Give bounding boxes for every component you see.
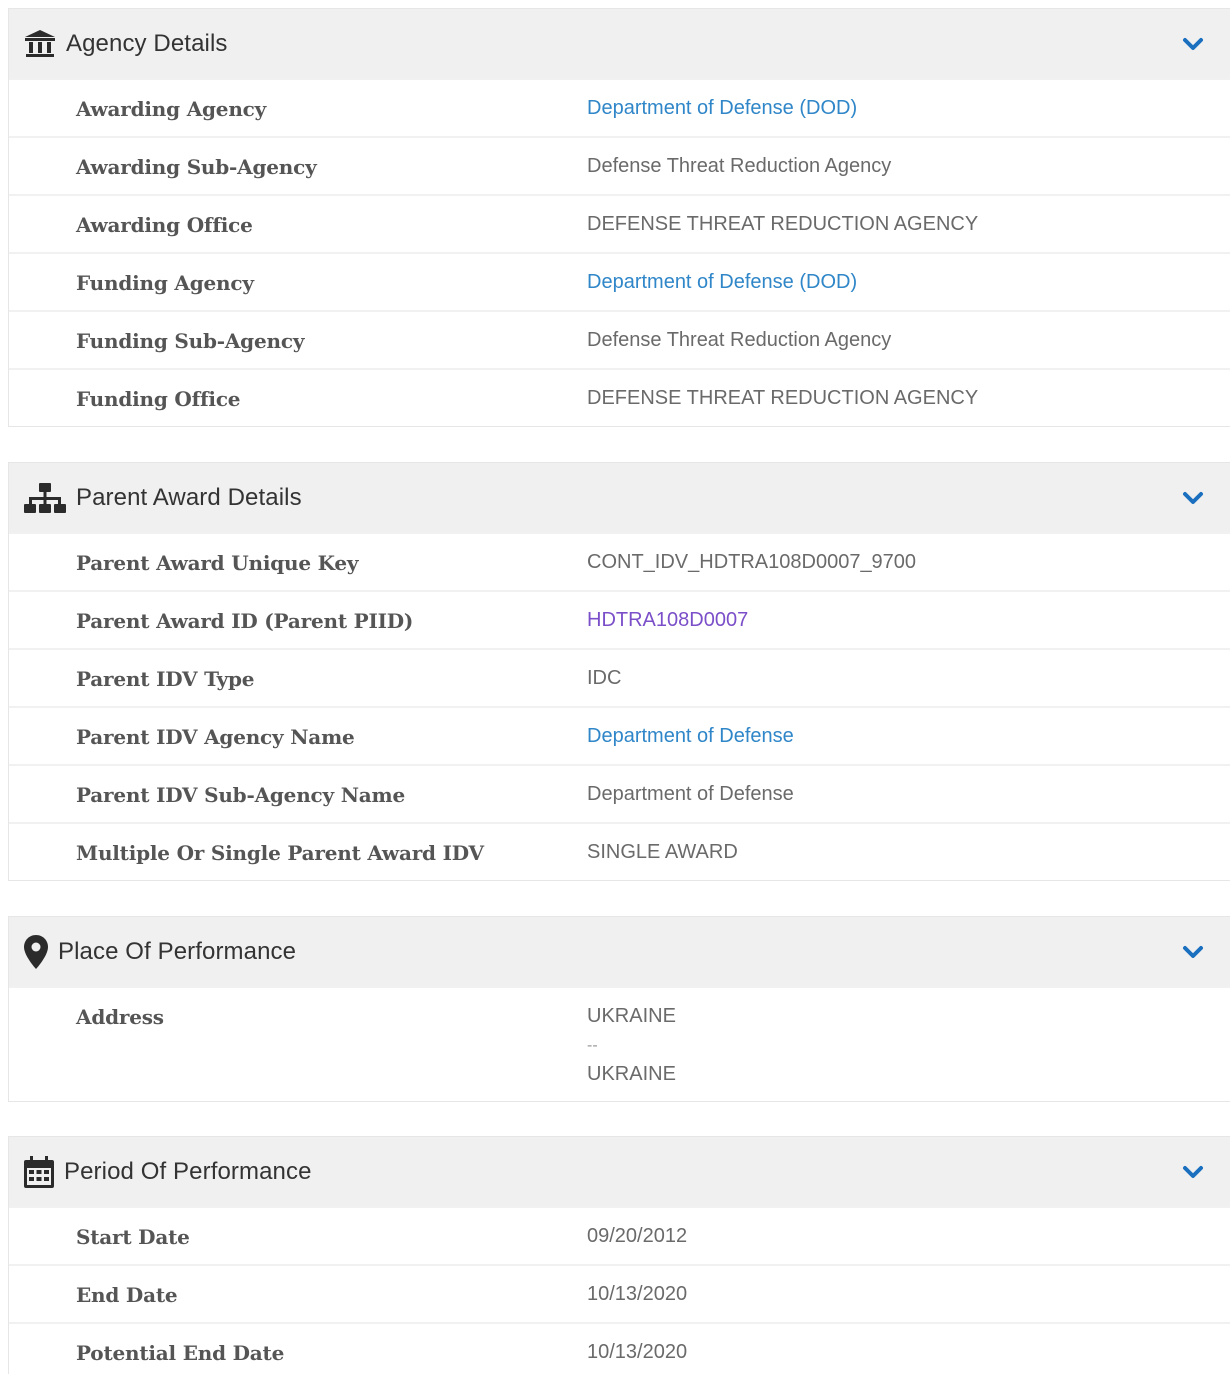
agency-details-header[interactable]: Agency Details	[9, 9, 1230, 78]
row-label: Parent IDV Sub-Agency Name	[76, 783, 406, 807]
row-label: Start Date	[76, 1225, 190, 1249]
chevron-down-icon[interactable]	[1182, 487, 1204, 509]
row-label: Funding Sub-Agency	[76, 329, 305, 353]
award-details-page: Agency Details Awarding Agency Departmen…	[0, 0, 1230, 1374]
detail-row: Potential End Date 10/13/2020	[9, 1322, 1230, 1374]
parent-award-details-section: Parent Award Details Parent Award Unique…	[8, 462, 1230, 881]
chevron-down-icon[interactable]	[1182, 941, 1204, 963]
address-line: --	[587, 1037, 598, 1054]
row-value: 09/20/2012	[587, 1225, 688, 1247]
row-value: DEFENSE THREAT REDUCTION AGENCY	[587, 387, 979, 409]
address-value: UKRAINE -- UKRAINE	[587, 988, 676, 1089]
row-label: Awarding Office	[76, 213, 253, 237]
detail-row: Start Date 09/20/2012	[9, 1206, 1230, 1264]
agency-details-section: Agency Details Awarding Agency Departmen…	[8, 8, 1230, 427]
row-value: IDC	[587, 667, 622, 689]
calendar-icon	[22, 1154, 56, 1190]
detail-row: Awarding Office DEFENSE THREAT REDUCTION…	[9, 194, 1230, 252]
detail-row: Parent Award Unique Key CONT_IDV_HDTRA10…	[9, 532, 1230, 590]
row-label: Multiple Or Single Parent Award IDV	[76, 841, 484, 865]
chevron-down-icon[interactable]	[1182, 33, 1204, 55]
sitemap-icon	[22, 480, 68, 516]
address-line: UKRAINE	[587, 1063, 676, 1085]
section-title: Place Of Performance	[58, 937, 297, 965]
detail-row: Funding Agency Department of Defense (DO…	[9, 252, 1230, 310]
landmark-icon	[22, 26, 58, 62]
row-value: Department of Defense	[587, 783, 794, 805]
chevron-down-icon[interactable]	[1182, 1161, 1204, 1183]
row-label: Potential End Date	[76, 1341, 285, 1365]
row-value: Defense Threat Reduction Agency	[587, 329, 892, 351]
detail-row: Awarding Sub-Agency Defense Threat Reduc…	[9, 136, 1230, 194]
detail-row: Awarding Agency Department of Defense (D…	[9, 78, 1230, 136]
detail-row: End Date 10/13/2020	[9, 1264, 1230, 1322]
parent-piid-link[interactable]: HDTRA108D0007	[587, 592, 748, 632]
row-label: Parent IDV Agency Name	[76, 725, 355, 749]
detail-row: Parent Award ID (Parent PIID) HDTRA108D0…	[9, 590, 1230, 648]
detail-row: Multiple Or Single Parent Award IDV SING…	[9, 822, 1230, 880]
row-label: Parent Award ID (Parent PIID)	[76, 609, 414, 633]
map-pin-icon	[22, 934, 50, 970]
row-label: Parent Award Unique Key	[76, 551, 359, 575]
row-value: CONT_IDV_HDTRA108D0007_9700	[587, 551, 917, 573]
period-of-performance-section: Period Of Performance Start Date 09/20/2…	[8, 1136, 1230, 1374]
detail-row: Parent IDV Type IDC	[9, 648, 1230, 706]
section-title: Agency Details	[66, 29, 228, 57]
row-label: Awarding Agency	[76, 97, 267, 121]
section-title: Parent Award Details	[76, 483, 302, 511]
row-value: Defense Threat Reduction Agency	[587, 155, 892, 177]
funding-agency-link[interactable]: Department of Defense (DOD)	[587, 254, 857, 294]
detail-row: Funding Office DEFENSE THREAT REDUCTION …	[9, 368, 1230, 426]
row-value: 10/13/2020	[587, 1283, 688, 1305]
parent-award-details-header[interactable]: Parent Award Details	[9, 463, 1230, 532]
row-label: Address	[76, 1005, 164, 1029]
row-label: Funding Office	[76, 387, 241, 411]
row-value: SINGLE AWARD	[587, 841, 738, 863]
row-label: End Date	[76, 1283, 178, 1307]
place-of-performance-header[interactable]: Place Of Performance	[9, 917, 1230, 986]
row-value: DEFENSE THREAT REDUCTION AGENCY	[587, 213, 979, 235]
place-of-performance-section: Place Of Performance Address UKRAINE -- …	[8, 916, 1230, 1102]
period-of-performance-header[interactable]: Period Of Performance	[9, 1137, 1230, 1206]
row-label: Parent IDV Type	[76, 667, 255, 691]
row-value: 10/13/2020	[587, 1341, 688, 1363]
detail-row: Address UKRAINE -- UKRAINE	[9, 986, 1230, 1101]
address-line: UKRAINE	[587, 1005, 676, 1027]
detail-row: Parent IDV Agency Name Department of Def…	[9, 706, 1230, 764]
section-title: Period Of Performance	[64, 1157, 312, 1185]
detail-row: Parent IDV Sub-Agency Name Department of…	[9, 764, 1230, 822]
row-label: Funding Agency	[76, 271, 254, 295]
awarding-agency-link[interactable]: Department of Defense (DOD)	[587, 80, 857, 120]
detail-row: Funding Sub-Agency Defense Threat Reduct…	[9, 310, 1230, 368]
row-label: Awarding Sub-Agency	[76, 155, 317, 179]
parent-idv-agency-link[interactable]: Department of Defense	[587, 708, 794, 748]
